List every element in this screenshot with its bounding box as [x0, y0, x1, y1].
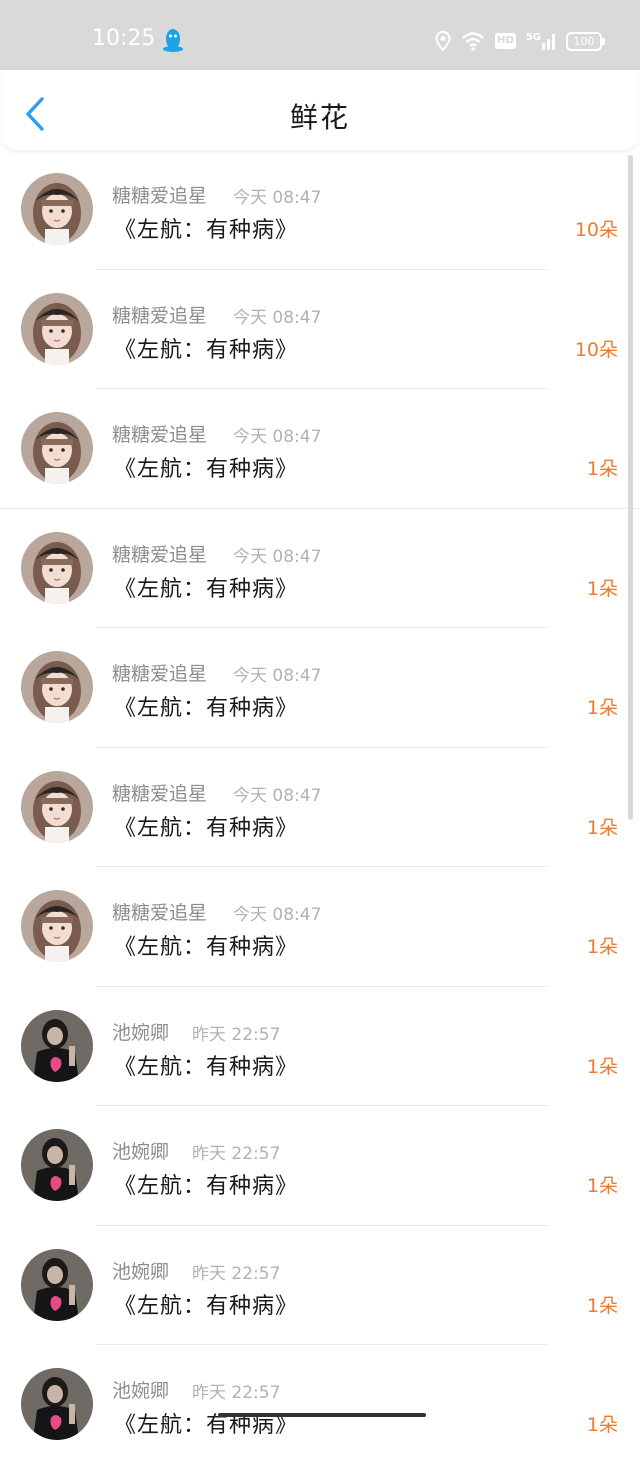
list-item[interactable]: 糖糖爱追星 今天 08:47 《左航：有种病》 10朵 — [0, 270, 640, 389]
timestamp: 昨天 22:57 — [192, 1144, 281, 1164]
user-name: 糖糖爱追星 — [112, 543, 208, 566]
girl-avatar-image — [21, 412, 93, 484]
avatar[interactable] — [21, 770, 93, 843]
list-item[interactable]: 池婉卿 昨天 22:57 《左航：有种病》 1朵 — [0, 987, 640, 1106]
girl-avatar-image — [21, 292, 93, 365]
avatar[interactable] — [21, 651, 93, 723]
flower-list: 糖糖爱追星 今天 08:47 《左航：有种病》 10朵 糖糖爱追星 今天 08:… — [0, 150, 640, 1465]
signal-icon: 5G — [526, 32, 556, 50]
user-name: 池婉卿 — [112, 1380, 170, 1402]
girl-avatar-image — [21, 531, 93, 604]
girl-avatar-image — [21, 890, 93, 962]
flower-count: 1朵 — [586, 458, 618, 480]
article-title: 《左航：有种病》 — [114, 815, 299, 841]
user-name: 池婉卿 — [112, 1141, 170, 1163]
flower-count: 1朵 — [586, 1414, 618, 1436]
article-title: 《左航：有种病》 — [114, 1054, 299, 1080]
timestamp: 昨天 22:57 — [192, 1024, 281, 1045]
user-name: 糖糖爱追星 — [112, 424, 208, 446]
girl-avatar-image — [21, 770, 93, 843]
article-title: 《左航：有种病》 — [114, 457, 299, 482]
girl-avatar-image — [21, 173, 93, 245]
timestamp: 昨天 22:57 — [192, 1383, 281, 1403]
article-title: 《左航：有种病》 — [114, 1413, 299, 1438]
avatar[interactable] — [21, 1009, 93, 1082]
avatar[interactable] — [21, 1368, 93, 1440]
hd-badge: HD — [495, 33, 516, 49]
timestamp: 今天 08:47 — [233, 427, 322, 447]
status-bar: 10:25 HD 5G 100 — [0, 0, 640, 70]
timestamp: 今天 08:47 — [233, 666, 322, 686]
status-time: 10:25 — [92, 26, 156, 51]
article-title: 《左航：有种病》 — [114, 576, 299, 602]
user-name: 池婉卿 — [112, 1260, 170, 1283]
user-name: 糖糖爱追星 — [112, 902, 208, 924]
list-item[interactable]: 糖糖爱追星 今天 08:47 《左航：有种病》 10朵 — [0, 150, 640, 270]
timestamp: 今天 08:47 — [233, 307, 322, 328]
avatar[interactable] — [21, 292, 93, 365]
scrollbar[interactable] — [628, 155, 633, 820]
user-name: 池婉卿 — [112, 1021, 170, 1044]
dark-outfit-avatar-image — [21, 1248, 93, 1321]
dark-outfit-avatar-image — [21, 1009, 93, 1082]
wifi-icon — [461, 31, 485, 51]
avatar[interactable] — [21, 173, 93, 245]
battery-icon: 100 — [566, 31, 605, 51]
timestamp: 今天 08:47 — [233, 188, 322, 208]
status-icons: HD 5G 100 — [435, 28, 605, 54]
header: 鲜花 — [2, 70, 638, 150]
list-item[interactable]: 糖糖爱追星 今天 08:47 《左航：有种病》 1朵 — [0, 628, 640, 748]
flower-count: 1朵 — [586, 936, 618, 958]
list-item[interactable]: 糖糖爱追星 今天 08:47 《左航：有种病》 1朵 — [0, 509, 640, 628]
timestamp: 今天 08:47 — [233, 785, 322, 806]
list-item[interactable]: 池婉卿 昨天 22:57 《左航：有种病》 1朵 — [0, 1106, 640, 1226]
flower-count: 10朵 — [574, 219, 618, 241]
article-title: 《左航：有种病》 — [114, 1293, 299, 1319]
timestamp: 今天 08:47 — [233, 546, 322, 567]
timestamp: 今天 08:47 — [233, 905, 322, 925]
article-title: 《左航：有种病》 — [114, 218, 299, 243]
flower-count: 1朵 — [586, 816, 618, 839]
article-title: 《左航：有种病》 — [114, 1174, 299, 1199]
avatar[interactable] — [21, 412, 93, 484]
flower-count: 10朵 — [574, 338, 618, 361]
user-name: 糖糖爱追星 — [112, 782, 208, 805]
list-item[interactable]: 糖糖爱追星 今天 08:47 《左航：有种病》 1朵 — [0, 389, 640, 509]
flower-count: 1朵 — [586, 1175, 618, 1197]
list-item[interactable]: 糖糖爱追星 今天 08:47 《左航：有种病》 1朵 — [0, 867, 640, 987]
user-name: 糖糖爱追星 — [112, 185, 208, 207]
girl-avatar-image — [21, 651, 93, 723]
flower-count: 1朵 — [586, 1055, 618, 1078]
avatar[interactable] — [21, 1129, 93, 1201]
list-item[interactable]: 池婉卿 昨天 22:57 《左航：有种病》 1朵 — [0, 1226, 640, 1345]
flower-count: 1朵 — [586, 697, 618, 719]
network-label: 5G — [525, 32, 541, 43]
user-name: 糖糖爱追星 — [112, 663, 208, 685]
home-indicator[interactable] — [218, 1413, 426, 1417]
location-icon — [435, 31, 451, 51]
page-title: 鲜花 — [289, 101, 350, 134]
flower-count: 1朵 — [586, 577, 618, 600]
avatar[interactable] — [21, 890, 93, 962]
flower-count: 1朵 — [586, 1294, 618, 1317]
avatar[interactable] — [21, 531, 93, 604]
dark-outfit-avatar-image — [21, 1368, 93, 1440]
list-item[interactable]: 池婉卿 昨天 22:57 《左航：有种病》 1朵 — [0, 1345, 640, 1465]
qq-penguin-icon — [161, 27, 185, 53]
timestamp: 昨天 22:57 — [192, 1263, 281, 1284]
list-item[interactable]: 糖糖爱追星 今天 08:47 《左航：有种病》 1朵 — [0, 748, 640, 867]
avatar[interactable] — [21, 1248, 93, 1321]
article-title: 《左航：有种病》 — [114, 337, 299, 363]
article-title: 《左航：有种病》 — [114, 935, 299, 960]
article-title: 《左航：有种病》 — [114, 696, 299, 721]
user-name: 糖糖爱追星 — [112, 304, 208, 327]
dark-outfit-avatar-image — [21, 1129, 93, 1201]
